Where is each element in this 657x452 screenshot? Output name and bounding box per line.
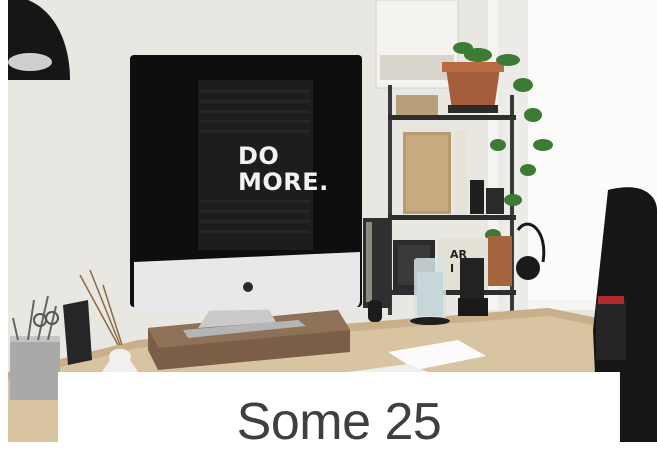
screen-text-line2: MORE. (238, 168, 329, 196)
pen-holder (10, 338, 60, 400)
desk-speaker (460, 258, 484, 298)
plant-pot (446, 68, 500, 110)
caption-card: Some 25 (58, 372, 620, 451)
apple-logo-icon (243, 282, 253, 292)
monitor-screen-text: DO MORE. (238, 143, 329, 195)
caption-text: Some 25 (236, 393, 442, 451)
screen-text-line1: DO (238, 142, 280, 170)
small-speaker (368, 300, 382, 322)
book-text-2: I (450, 262, 454, 275)
monitor-chin (134, 252, 360, 312)
headphones (516, 256, 540, 280)
